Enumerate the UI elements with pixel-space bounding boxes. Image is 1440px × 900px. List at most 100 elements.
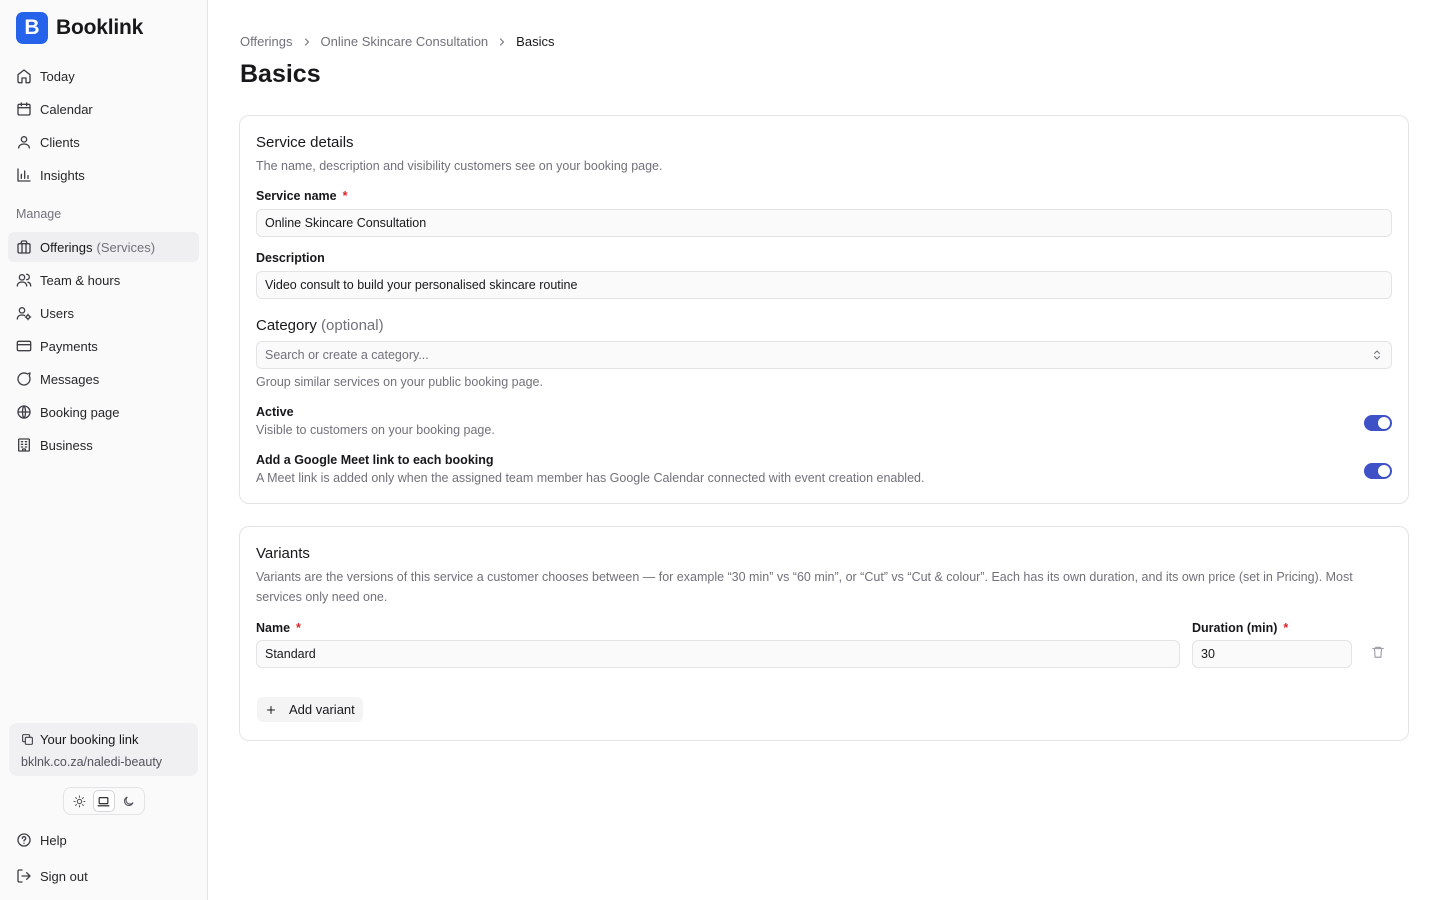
building-icon [18, 438, 30, 452]
sign-out-icon [17, 869, 31, 883]
meet-label: Add a Google Meet link to each booking [256, 453, 494, 467]
nav-item-sign-out[interactable]: Sign out [8, 861, 199, 891]
plus-icon [267, 705, 275, 714]
chevrons-up-down-icon [1374, 350, 1380, 360]
required-mark: * [296, 621, 301, 635]
service-name-input[interactable]: Online Skincare Consultation [256, 209, 1392, 237]
nav-label: Sign out [40, 868, 88, 884]
theme-dark-button[interactable] [118, 790, 140, 812]
nav-item-booking-page[interactable]: Booking page [8, 397, 199, 427]
meet-hint: A Meet link is added only when the assig… [256, 471, 925, 485]
brand[interactable]: B Booklink [16, 12, 143, 44]
nav-label: Calendar [40, 101, 93, 117]
nav-item-payments[interactable]: Payments [8, 331, 199, 361]
nav-item-today[interactable]: Today [8, 61, 199, 91]
nav-item-calendar[interactable]: Calendar [8, 94, 199, 124]
label-text: Category [256, 317, 317, 334]
logo-icon: B [16, 12, 48, 44]
active-toggle[interactable] [1364, 415, 1392, 431]
category-placeholder: Search or create a category... [265, 348, 429, 362]
laptop-icon [98, 796, 110, 806]
breadcrumb-offerings[interactable]: Offerings [240, 34, 293, 49]
label-text: Duration (min) [1192, 621, 1278, 635]
theme-light-button[interactable] [68, 790, 90, 812]
nav-item-clients[interactable]: Clients [8, 127, 199, 157]
nav-label: Messages [40, 371, 100, 387]
variant-duration-input[interactable]: 30 [1192, 640, 1352, 668]
nav-label: Team & hours [40, 272, 121, 288]
breadcrumb: Offerings Online Skincare Consultation B… [240, 34, 554, 49]
variant-name-label: Name * [256, 621, 301, 635]
home-icon [17, 69, 31, 84]
gift-icon [17, 240, 31, 254]
nav-item-team-hours[interactable]: Team & hours [8, 265, 199, 295]
sun-icon [73, 795, 86, 807]
nav-item-users[interactable]: Users [8, 298, 199, 328]
chevron-right-icon [304, 37, 309, 46]
nav-label: Today [40, 68, 75, 84]
description-input[interactable]: Video consult to build your personalised… [256, 271, 1392, 299]
label-text: Name [256, 621, 291, 635]
category-hint: Group similar services on your public bo… [256, 375, 543, 389]
nav-label: Payments [40, 338, 98, 354]
nav-item-offerings[interactable]: Offerings (Services) [8, 232, 199, 262]
app-name: Booklink [56, 16, 144, 39]
nav-label: Insights [40, 167, 85, 183]
optional-mark: (optional) [321, 317, 384, 334]
theme-toggle [63, 787, 145, 815]
message-icon [17, 372, 31, 386]
delete-variant-button[interactable] [1371, 645, 1385, 659]
required-mark: * [342, 189, 348, 203]
booking-link-card[interactable]: Your booking link bklnk.co.za/naledi-bea… [9, 723, 198, 776]
nav-item-business[interactable]: Business [8, 430, 199, 460]
credit-card-icon [16, 340, 32, 352]
card-title: Service details [256, 134, 354, 151]
active-label: Active [256, 405, 294, 419]
calendar-icon [17, 102, 31, 116]
variant-duration-label: Duration (min) * [1192, 621, 1288, 635]
nav-label: Help [40, 832, 67, 848]
category-combobox[interactable]: Search or create a category... [256, 341, 1392, 369]
card-title: Variants [256, 545, 310, 562]
section-label-manage: Manage [16, 207, 62, 221]
booking-link-title: Your booking link [40, 732, 139, 747]
add-variant-label: Add variant [289, 702, 355, 717]
variants-card: Variants Variants are the versions of th… [239, 526, 1409, 741]
users-icon [16, 273, 32, 287]
globe-icon [17, 405, 31, 419]
user-cog-icon [16, 307, 32, 321]
nav-label: Business [40, 437, 93, 453]
nav-item-help[interactable]: Help [8, 825, 199, 855]
nav-item-messages[interactable]: Messages [8, 364, 199, 394]
card-description: Variants are the versions of this servic… [256, 570, 1353, 604]
label-text: Service name [256, 189, 337, 203]
nav-label: Offerings [40, 239, 93, 255]
category-label: Category (optional) [256, 317, 384, 334]
nav-label-suffix: (Services) [96, 239, 156, 255]
variant-name-input[interactable]: Standard [256, 640, 1180, 668]
breadcrumb-current: Basics [516, 34, 555, 49]
breadcrumb-service[interactable]: Online Skincare Consultation [321, 34, 489, 49]
nav-label: Booking page [40, 404, 120, 420]
add-variant-button[interactable]: Add variant [257, 697, 363, 722]
trash-icon [1372, 646, 1384, 658]
chevron-right-icon [500, 37, 505, 46]
booking-link-url[interactable]: bklnk.co.za/naledi-beauty [21, 755, 186, 769]
nav-label: Users [40, 305, 74, 321]
card-description: The name, description and visibility cus… [256, 159, 663, 173]
copy-icon[interactable] [21, 733, 34, 746]
required-mark: * [1283, 621, 1289, 635]
sidebar: B Booklink Today Calendar Clients Insigh… [0, 0, 208, 900]
chart-icon [17, 168, 31, 182]
moon-icon [124, 796, 134, 806]
user-icon [18, 136, 30, 149]
meet-toggle[interactable] [1364, 463, 1392, 479]
theme-system-button[interactable] [92, 790, 115, 812]
service-details-card: Service details The name, description an… [239, 115, 1409, 504]
description-label: Description [256, 251, 325, 265]
nav-label: Clients [40, 134, 80, 150]
service-name-label: Service name * [256, 189, 347, 203]
page-title: Basics [240, 60, 321, 88]
help-icon [17, 833, 31, 847]
nav-item-insights[interactable]: Insights [8, 160, 199, 190]
